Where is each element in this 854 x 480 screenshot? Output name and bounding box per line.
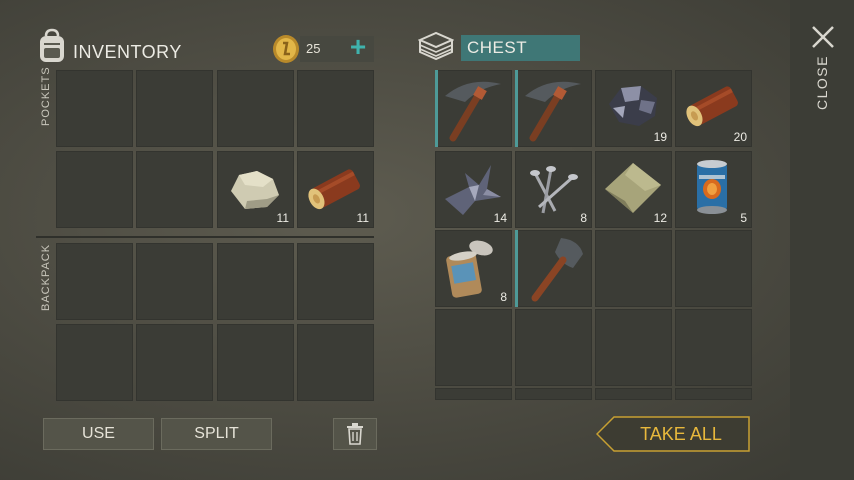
coin-icon [272,34,300,64]
backpack-label: BACKPACK [40,243,52,311]
trash-button[interactable] [333,418,377,450]
close-label: CLOSE [814,55,830,110]
backpack-slot[interactable] [297,324,374,401]
pocket-slot[interactable] [297,70,374,147]
plus-icon: + [349,31,367,62]
chest-slot-log[interactable]: 20 [675,70,752,147]
chest-slot-open-can[interactable]: 8 [435,230,512,307]
chest-slot[interactable] [675,230,752,307]
backpack-slot[interactable] [217,324,294,401]
chest-slot[interactable] [595,388,672,400]
pickaxe-icon [445,81,501,142]
take-all-button[interactable]: TAKE ALL [596,416,750,452]
chest-slot-beans-can[interactable]: 5 [675,151,752,228]
pocket-slot-log[interactable]: 11 [297,151,374,228]
chest-slot-scrap-metal[interactable]: 14 [435,151,512,228]
trash-icon [347,423,363,445]
chest-icon [417,30,455,62]
pocket-slot[interactable] [136,151,213,228]
chest-slot-shovel[interactable] [515,230,592,307]
pocket-slot[interactable] [217,70,294,147]
section-divider [36,236,374,238]
backpack-slot[interactable] [217,243,294,320]
coin-count: 25 [306,41,321,56]
backpack-slot[interactable] [56,243,133,320]
add-coins-button[interactable]: + [346,31,370,62]
item-count: 5 [740,211,747,225]
item-count: 12 [653,211,667,225]
item-count: 11 [276,211,289,225]
pocket-slot-stone[interactable]: 11 [217,151,294,228]
pocket-slot[interactable] [56,70,133,147]
close-button[interactable] [808,22,838,52]
chest-slot-cloth[interactable]: 12 [595,151,672,228]
chest-slot-iron-ore[interactable]: 19 [595,70,672,147]
pickaxe-icon [525,81,581,142]
inventory-title: INVENTORY [73,42,182,62]
item-count: 8 [500,290,507,304]
chest-slot-nails[interactable]: 8 [515,151,592,228]
backpack-slot[interactable] [297,243,374,320]
backpack-slot[interactable] [56,324,133,401]
chest-slot[interactable] [595,309,672,386]
item-count: 20 [733,130,747,144]
chest-slot-pickaxe[interactable] [515,70,592,147]
chest-slot[interactable] [435,388,512,400]
item-count: 19 [653,130,667,144]
chest-slot[interactable] [515,388,592,400]
chest-slot[interactable] [675,309,752,386]
chest-slot[interactable] [595,230,672,307]
pocket-slot[interactable] [136,70,213,147]
pockets-label: POCKETS [40,66,52,126]
chest-slot[interactable] [435,309,512,386]
item-count: 11 [356,211,369,225]
shovel-icon [531,238,583,302]
pocket-slot[interactable] [56,151,133,228]
backpack-slot[interactable] [136,243,213,320]
chest-title: CHEST [467,38,528,57]
backpack-slot[interactable] [136,324,213,401]
split-button[interactable]: SPLIT [161,418,272,450]
take-all-label: TAKE ALL [640,424,722,444]
item-count: 14 [493,211,507,225]
backpack-icon [36,28,68,64]
chest-slot[interactable] [515,309,592,386]
chest-slot-pickaxe[interactable] [435,70,512,147]
close-icon [812,26,834,48]
use-button[interactable]: USE [43,418,154,450]
item-count: 8 [580,211,587,225]
chest-slot[interactable] [675,388,752,400]
